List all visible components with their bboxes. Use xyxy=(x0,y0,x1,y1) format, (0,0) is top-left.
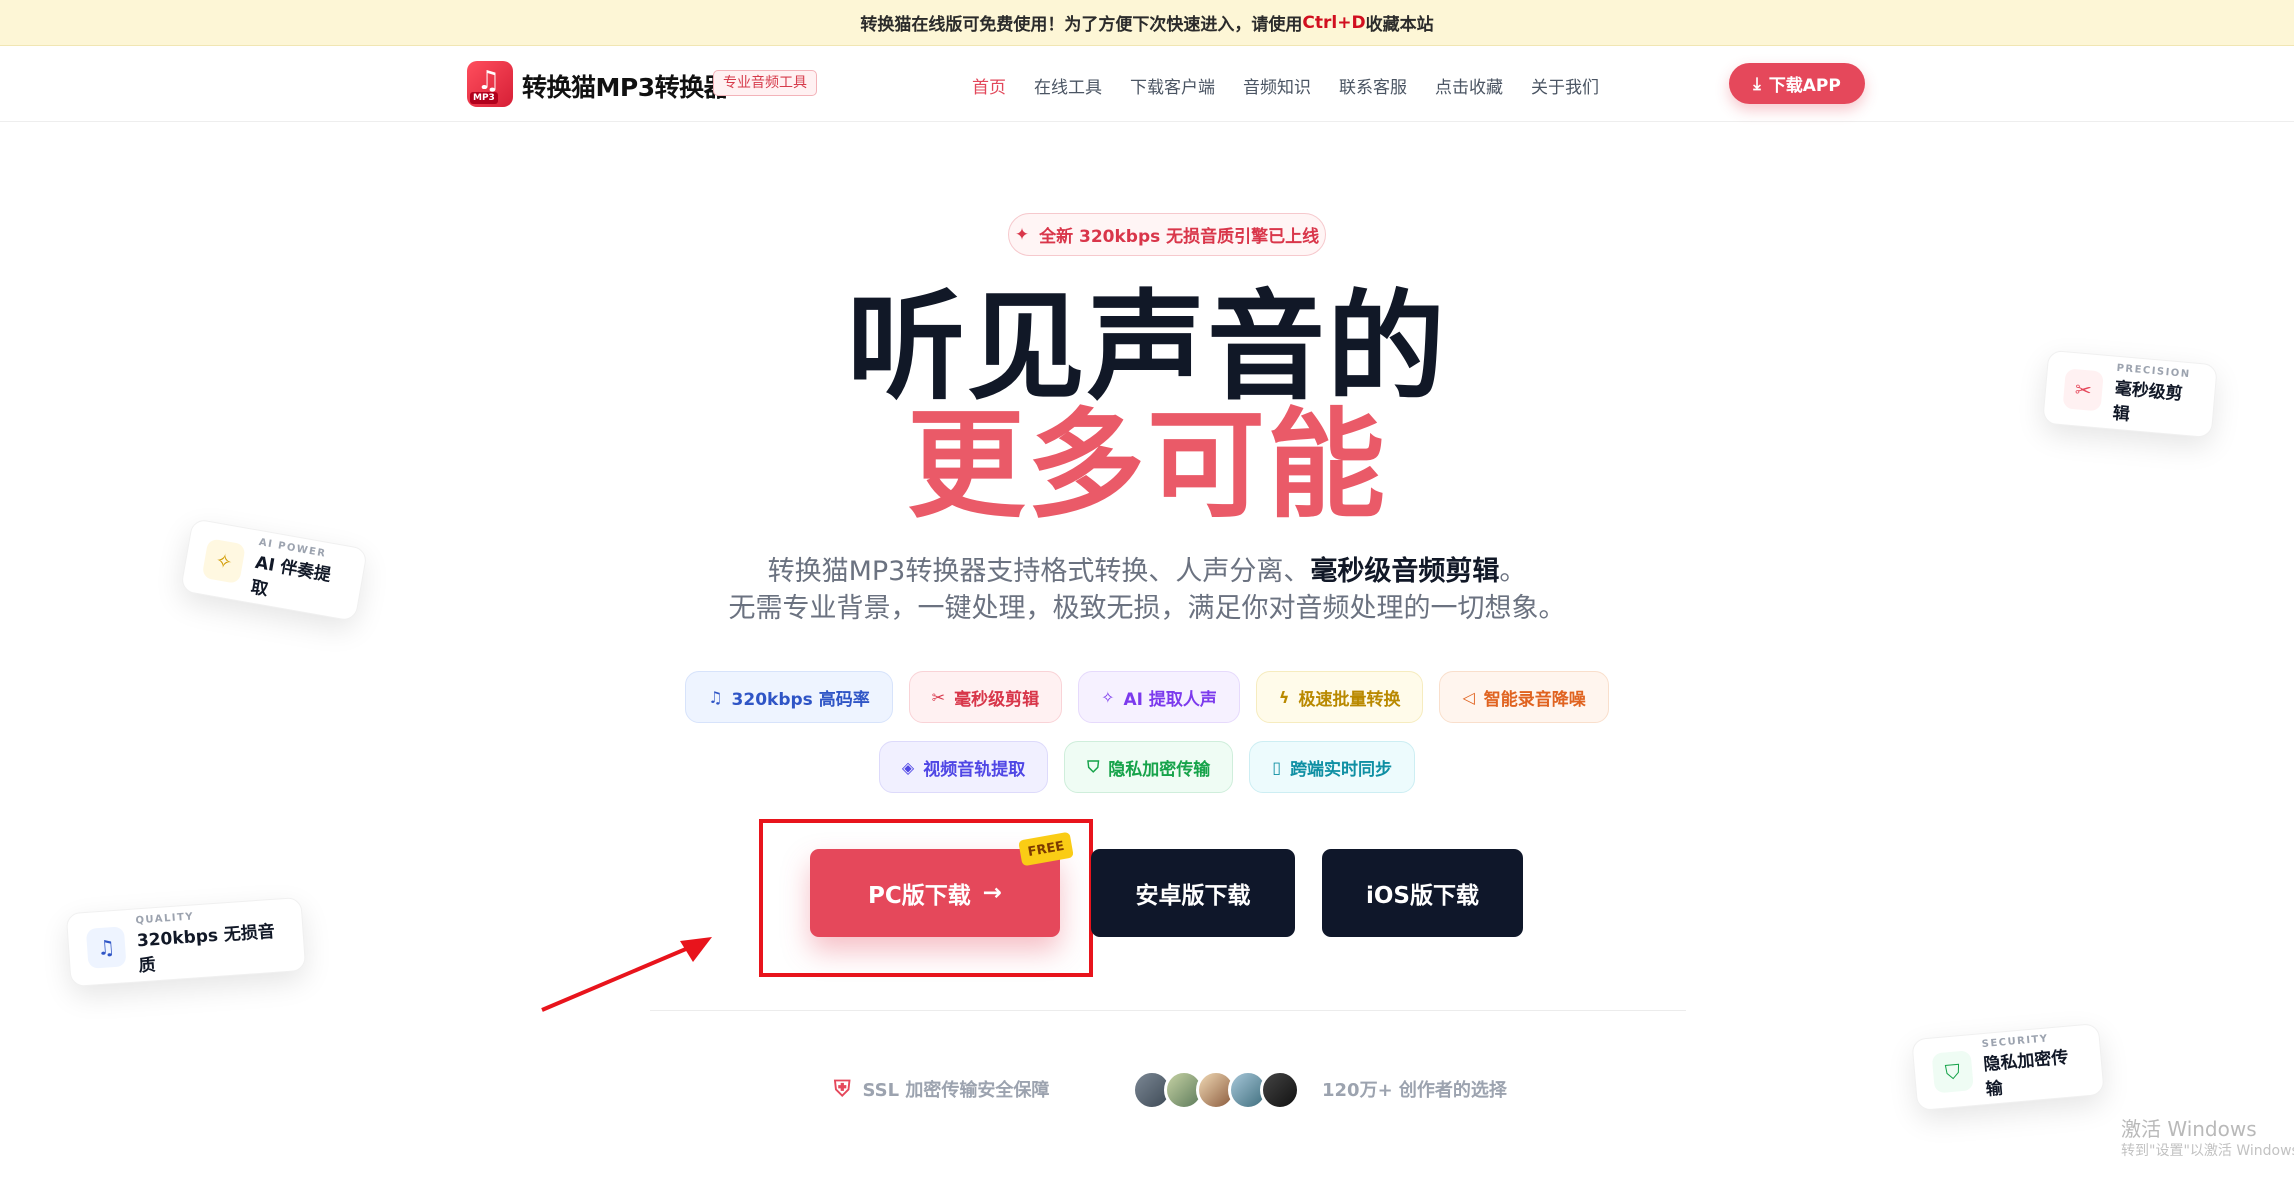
windows-watermark-title: 激活 Windows xyxy=(2121,1117,2257,1141)
chip-label: 隐私加密传输 xyxy=(1108,759,1211,780)
chip-label: 极速批量转换 xyxy=(1298,689,1401,710)
chip-sync[interactable]: ▯ 跨端实时同步 xyxy=(1249,741,1416,793)
chip-label: 毫秒级剪辑 xyxy=(954,689,1040,710)
download-app-button[interactable]: ⤓ 下载APP xyxy=(1729,63,1865,104)
notice-text: 转换猫在线版可免费使用！为了方便下次快速进入，请使用 xyxy=(860,15,1303,35)
main-nav: 首页 在线工具 下载客户端 音频知识 联系客服 点击收藏 关于我们 xyxy=(972,73,1627,98)
floating-card-quality: ♫ QUALITY 320kbps 无损音质 xyxy=(65,896,307,988)
chip-label: 智能录音降噪 xyxy=(1483,689,1586,710)
music-note-icon: ♫ xyxy=(85,926,127,969)
notice-bar: 转换猫在线版可免费使用！为了方便下次快速进入，请使用 Ctrl+D 收藏本站 xyxy=(0,0,2294,46)
nav-about[interactable]: 关于我们 xyxy=(1531,73,1599,98)
phone-icon: ▯ xyxy=(1272,757,1282,777)
subtitle-end: 。 xyxy=(1499,556,1527,587)
logo-badge: MP3 xyxy=(470,92,498,104)
lightning-icon: ϟ xyxy=(1278,687,1290,707)
user-count: 120万+ 创作者的选择 xyxy=(1322,1080,1507,1101)
hero-title-line2: 更多可能 xyxy=(906,396,1387,534)
sparkle-icon: ✦ xyxy=(1014,224,1030,245)
announcement-pill: ✦ 全新 320kbps 无损音质引擎已上线 xyxy=(1008,213,1326,256)
chip-label: 320kbps 高码率 xyxy=(731,689,870,710)
user-avatars xyxy=(1132,1070,1300,1110)
shield-check-icon: ⛨ xyxy=(834,1076,851,1102)
brand-tag: 专业音频工具 xyxy=(713,70,817,96)
subtitle-highlight: 毫秒级音频剪辑 xyxy=(1310,556,1500,587)
annotation-arrow xyxy=(541,937,712,1012)
windows-watermark-subtitle: 转到"设置"以激活 Windows。 xyxy=(2121,1143,2294,1159)
magic-wand-icon: ✧ xyxy=(201,538,247,585)
chip-ai-vocal[interactable]: ✧ AI 提取人声 xyxy=(1078,671,1240,723)
shield-icon: ⛉ xyxy=(1931,1050,1974,1094)
brand-name[interactable]: 转换猫MP3转换器 xyxy=(522,68,729,104)
speaker-mute-icon: ◁ xyxy=(1462,687,1475,707)
chip-encryption[interactable]: ⛉ 隐私加密传输 xyxy=(1064,741,1234,793)
nav-contact-support[interactable]: 联系客服 xyxy=(1339,73,1407,98)
hero-title-line1: 听见声音的 xyxy=(846,278,1447,416)
download-app-label: 下载APP xyxy=(1768,76,1841,96)
nav-download-client[interactable]: 下载客户端 xyxy=(1130,73,1215,98)
android-download-button[interactable]: 安卓版下载 xyxy=(1091,849,1295,937)
card-value: 毫秒级剪辑 xyxy=(2111,378,2184,425)
chip-precise-cut[interactable]: ✂ 毫秒级剪辑 xyxy=(908,671,1063,723)
notice-text-end: 收藏本站 xyxy=(1365,15,1434,35)
scissors-icon: ✂ xyxy=(2062,368,2105,412)
shield-icon: ⛉ xyxy=(1087,757,1100,776)
card-value: 320kbps 无损音质 xyxy=(136,921,276,976)
feature-chips-row-2: ◈ 视频音轨提取 ⛉ 隐私加密传输 ▯ 跨端实时同步 xyxy=(0,741,2294,793)
page: 转换猫在线版可免费使用！为了方便下次快速进入，请使用 Ctrl+D 收藏本站 ♫… xyxy=(0,0,2294,1203)
chip-bitrate[interactable]: ♫ 320kbps 高码率 xyxy=(685,671,893,723)
chip-video-audio[interactable]: ◈ 视频音轨提取 xyxy=(878,741,1049,793)
chip-noise-reduction[interactable]: ◁ 智能录音降噪 xyxy=(1439,671,1609,723)
magic-wand-icon: ✧ xyxy=(1101,687,1115,707)
ssl-text: SSL 加密传输安全保障 xyxy=(862,1080,1050,1101)
avatar xyxy=(1260,1070,1300,1110)
site-header: ♫ MP3 转换猫MP3转换器 专业音频工具 首页 在线工具 下载客户端 音频知… xyxy=(0,46,2294,122)
scissors-icon: ✂ xyxy=(931,687,946,707)
pc-download-label: PC版下载 xyxy=(867,883,971,909)
card-value: 隐私加密传输 xyxy=(1982,1047,2070,1100)
nav-audio-knowledge[interactable]: 音频知识 xyxy=(1243,73,1311,98)
nav-bookmark[interactable]: 点击收藏 xyxy=(1435,73,1503,98)
chip-label: AI 提取人声 xyxy=(1123,689,1217,710)
subtitle-text: 转换猫MP3转换器支持格式转换、人声分离、 xyxy=(767,556,1311,587)
ios-download-button[interactable]: iOS版下载 xyxy=(1322,849,1523,937)
nav-online-tools[interactable]: 在线工具 xyxy=(1034,73,1102,98)
layers-icon: ◈ xyxy=(901,757,915,777)
music-note-icon: ♫ xyxy=(708,687,723,707)
nav-home[interactable]: 首页 xyxy=(972,73,1006,98)
divider xyxy=(650,1010,1686,1011)
feature-chips-row-1: ♫ 320kbps 高码率 ✂ 毫秒级剪辑 ✧ AI 提取人声 ϟ 极速批量转换… xyxy=(0,671,2294,723)
download-icon: ⤓ xyxy=(1753,73,1761,94)
chip-batch-convert[interactable]: ϟ 极速批量转换 xyxy=(1255,671,1424,723)
chip-label: 视频音轨提取 xyxy=(923,759,1026,780)
announcement-text: 全新 320kbps 无损音质引擎已上线 xyxy=(1039,227,1320,247)
floating-card-precision: ✂ PRECISION 毫秒级剪辑 xyxy=(2042,349,2218,439)
notice-shortcut: Ctrl+D xyxy=(1302,12,1366,33)
floating-card-security: ⛉ SECURITY 隐私加密传输 xyxy=(1911,1022,2105,1112)
logo-icon[interactable]: ♫ MP3 xyxy=(467,61,513,107)
ssl-trust: ⛨ SSL 加密传输安全保障 xyxy=(834,1076,1049,1102)
chip-label: 跨端实时同步 xyxy=(1290,759,1393,780)
arrow-right-icon: → xyxy=(982,880,1003,906)
